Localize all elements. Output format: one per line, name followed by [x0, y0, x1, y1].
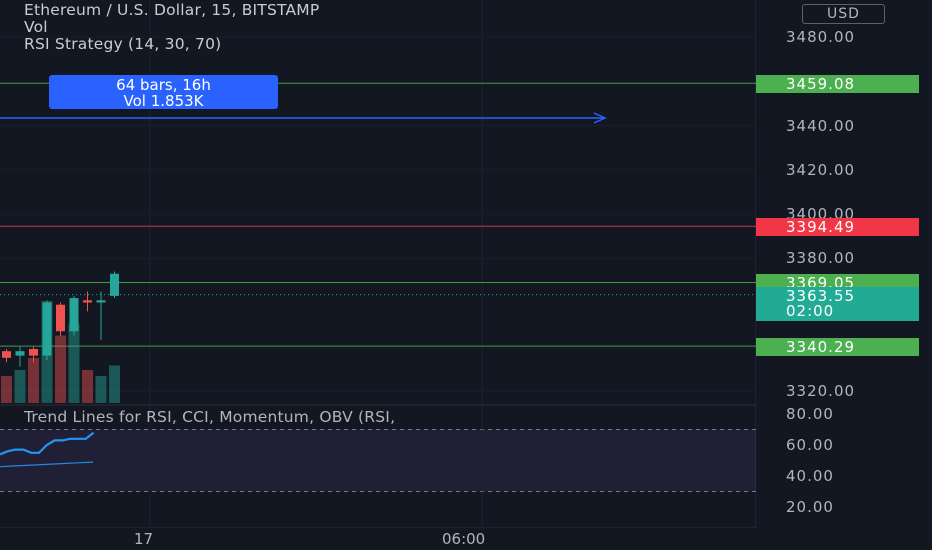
- symbol-title[interactable]: Ethereum / U.S. Dollar, 15, BITSTAMP: [24, 2, 319, 19]
- volume-bar: [14, 370, 26, 403]
- candle-body: [42, 302, 52, 356]
- rsi-axis-label: 40.00: [786, 467, 834, 485]
- candle-body: [2, 351, 11, 358]
- volume-bar: [55, 335, 66, 403]
- volume-bar: [109, 365, 120, 403]
- level-tag-3459: 3459.08: [756, 75, 919, 93]
- currency-button[interactable]: USD: [802, 4, 885, 24]
- candle-body: [96, 300, 106, 303]
- candle-body: [83, 300, 92, 303]
- rsi-axis-label: 80.00: [786, 405, 834, 423]
- rsi-band: [0, 429, 756, 492]
- volume-indicator-label[interactable]: Vol: [24, 19, 319, 36]
- rsi-axis-label: 20.00: [786, 498, 834, 516]
- chart-legend: Ethereum / U.S. Dollar, 15, BITSTAMP Vol…: [24, 2, 319, 53]
- candle-body: [110, 273, 119, 296]
- candle-body: [56, 304, 65, 332]
- price-axis-label: 3320.00: [786, 382, 856, 400]
- measure-bars-text: 64 bars, 16h: [116, 76, 211, 94]
- price-axis-label: 3440.00: [786, 117, 856, 135]
- volume-bar: [28, 358, 39, 403]
- volume-bar: [82, 370, 93, 403]
- measure-tooltip: 64 bars, 16h Vol 1.853K: [49, 75, 278, 109]
- current-price-tag: 3363.55 02:00: [756, 287, 919, 321]
- strategy-indicator-label[interactable]: RSI Strategy (14, 30, 70): [24, 36, 319, 53]
- rsi-axis-label: 60.00: [786, 436, 834, 454]
- bar-countdown: 02:00: [786, 302, 835, 320]
- rsi-panel-title[interactable]: Trend Lines for RSI, CCI, Momentum, OBV …: [24, 408, 395, 426]
- price-axis-label: 3480.00: [786, 28, 856, 46]
- level-tag-3394: 3394.49: [756, 218, 919, 236]
- volume-bar: [95, 376, 107, 403]
- candle-body: [15, 351, 25, 356]
- measure-volume-text: Vol 1.853K: [123, 92, 204, 110]
- volume-bar: [1, 376, 12, 403]
- candle-body: [69, 298, 79, 332]
- candle-body: [29, 348, 38, 356]
- time-axis-label: 17: [134, 530, 154, 548]
- price-axis-label: 3420.00: [786, 161, 856, 179]
- time-axis-label: 06:00: [442, 530, 486, 548]
- level-tag-3340: 3340.29: [756, 338, 919, 356]
- price-axis-label: 3380.00: [786, 249, 856, 267]
